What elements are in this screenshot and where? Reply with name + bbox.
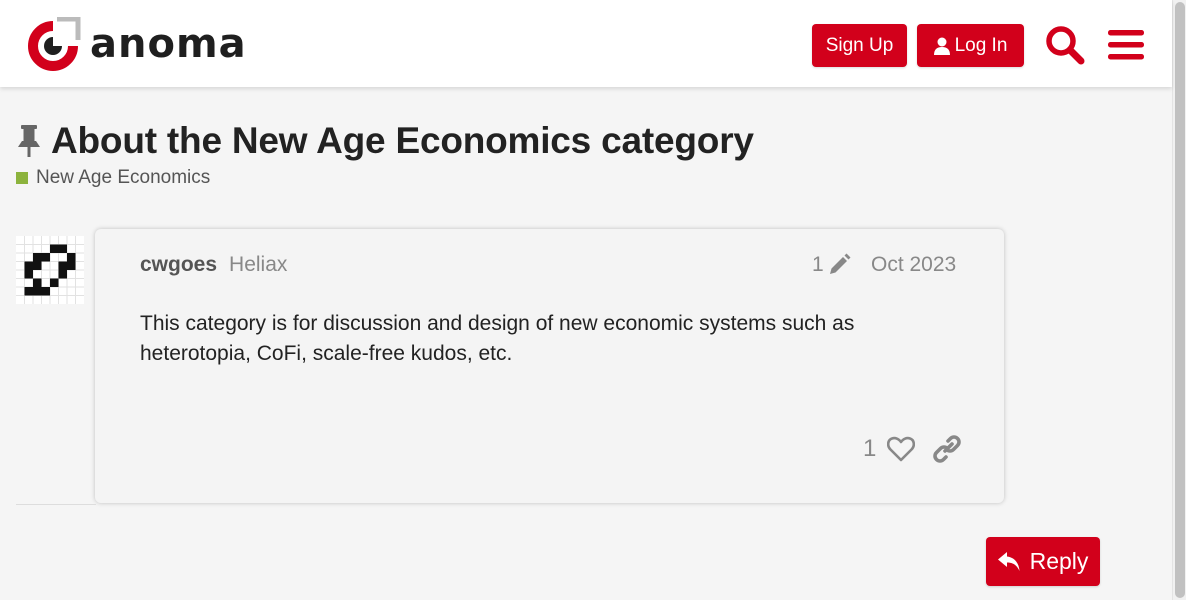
like-button[interactable] <box>885 433 917 465</box>
category-name: New Age Economics <box>36 167 211 188</box>
reply-arrow-icon <box>997 551 1020 571</box>
username-link[interactable]: cwgoes <box>140 253 217 277</box>
scrollbar[interactable] <box>1172 0 1186 600</box>
post-card: cwgoes Heliax 1 Oct 2023 This category i… <box>95 229 1004 503</box>
edit-count: 1 <box>812 253 824 276</box>
hamburger-menu-icon <box>1108 30 1144 60</box>
scrollbar-thumb[interactable] <box>1175 2 1185 598</box>
anoma-logo-icon <box>28 17 82 71</box>
user-title: Heliax <box>229 253 288 276</box>
hamburger-menu-button[interactable] <box>1104 23 1148 67</box>
share-link-button[interactable] <box>931 433 963 465</box>
link-icon <box>933 435 961 463</box>
page: anoma Sign Up Log In About the New Age E… <box>0 0 1186 600</box>
post-body: This category is for discussion and desi… <box>140 312 855 365</box>
user-avatar[interactable] <box>16 236 84 304</box>
post-divider <box>16 504 96 505</box>
log-in-label: Log In <box>954 34 1008 56</box>
category-color-swatch <box>16 172 28 184</box>
pencil-icon <box>829 253 851 274</box>
post-author: cwgoes Heliax <box>140 253 287 277</box>
heart-icon <box>887 436 915 462</box>
site-logo[interactable]: anoma <box>28 16 247 72</box>
logo-text: anoma <box>90 21 247 67</box>
site-header: anoma Sign Up Log In <box>0 0 1172 87</box>
topic-title-row: About the New Age Economics category <box>16 120 754 162</box>
log-in-button[interactable]: Log In <box>917 24 1024 67</box>
user-icon <box>933 37 950 55</box>
edit-history-button[interactable]: 1 <box>812 253 851 277</box>
search-button[interactable] <box>1043 23 1087 67</box>
reply-label: Reply <box>1029 548 1089 574</box>
topic-title[interactable]: About the New Age Economics category <box>51 120 754 162</box>
category-badge[interactable]: New Age Economics <box>16 167 210 189</box>
post-date[interactable]: Oct 2023 <box>871 253 956 277</box>
search-icon <box>1046 26 1085 65</box>
reply-button[interactable]: Reply <box>986 537 1100 586</box>
sign-up-button[interactable]: Sign Up <box>812 24 907 67</box>
pin-icon <box>18 125 40 157</box>
like-count[interactable]: 1 <box>863 435 876 463</box>
